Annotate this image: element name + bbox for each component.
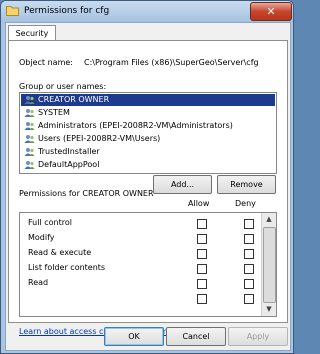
deny-list-folder-contents-checkbox[interactable] [244, 264, 254, 274]
user-group-icon [24, 161, 35, 169]
close-button[interactable]: ✕ [250, 2, 292, 21]
apply-button[interactable]: Apply [228, 327, 288, 346]
permission-name: Read [28, 278, 49, 287]
list-item-trustedinstaller[interactable]: TrustedInstaller [21, 146, 275, 158]
permission-row-full-control: Full control [20, 216, 260, 231]
user-group-icon [24, 148, 35, 156]
permission-name: Modify [28, 233, 55, 242]
list-item-label: SYSTEM [38, 108, 70, 117]
allow-read-checkbox[interactable] [197, 279, 207, 289]
title-bar[interactable]: Permissions for cfg ✕ [1, 1, 293, 22]
permission-row-read-execute: Read & execute [20, 246, 260, 261]
dialog-client: Security Object name: C:\Program Files (… [5, 22, 291, 351]
permissions-list: Full control Modify Read & execute List … [19, 212, 277, 317]
permission-row-read: Read [20, 276, 260, 291]
cancel-button[interactable]: Cancel [166, 327, 226, 346]
allow-read-execute-checkbox[interactable] [197, 249, 207, 259]
close-icon: ✕ [266, 5, 276, 18]
remove-button[interactable]: Remove [217, 175, 276, 194]
permissions-scrollbar[interactable]: ▲ ▼ [261, 213, 276, 316]
tab-security[interactable]: Security [8, 25, 56, 41]
permission-name: Full control [28, 218, 72, 227]
folder-icon [6, 6, 19, 16]
user-group-icon [24, 109, 35, 117]
group-names-label: Group or user names: [19, 82, 107, 91]
ok-button[interactable]: OK [104, 327, 164, 346]
scroll-down-icon[interactable]: ▼ [262, 303, 276, 316]
permission-row-list-folder-contents: List folder contents [20, 261, 260, 276]
list-item-label: CREATOR OWNER [38, 95, 110, 104]
list-item-label: Users (EPEI-2008R2-VM\Users) [38, 134, 161, 143]
window-title: Permissions for cfg [24, 6, 110, 16]
scroll-up-icon[interactable]: ▲ [262, 213, 276, 226]
allow-write-checkbox[interactable] [197, 294, 207, 304]
allow-list-folder-contents-checkbox[interactable] [197, 264, 207, 274]
scroll-thumb[interactable] [263, 227, 276, 303]
list-item-administrators[interactable]: Administrators (EPEI-2008R2-VM\Administr… [21, 120, 275, 132]
deny-full-control-checkbox[interactable] [244, 219, 254, 229]
list-item-system[interactable]: SYSTEM [21, 107, 275, 119]
list-item-label: TrustedInstaller [38, 147, 100, 156]
deny-read-checkbox[interactable] [244, 279, 254, 289]
permission-row-modify: Modify [20, 231, 260, 246]
deny-write-checkbox[interactable] [244, 294, 254, 304]
user-group-icon [24, 122, 35, 130]
list-item-creator-owner[interactable]: CREATOR OWNER [21, 94, 275, 106]
allow-full-control-checkbox[interactable] [197, 219, 207, 229]
user-group-icon [24, 96, 35, 104]
permissions-label: Permissions for CREATOR OWNER [19, 189, 154, 198]
list-item-label: Administrators (EPEI-2008R2-VM\Administr… [38, 121, 233, 130]
list-item-label: DefaultAppPool [38, 160, 100, 169]
object-name-value: C:\Program Files (x86)\SuperGeo\Server\c… [84, 58, 259, 67]
object-name-label: Object name: [19, 58, 73, 67]
list-item-defaultapppool[interactable]: DefaultAppPool [21, 159, 275, 171]
allow-modify-checkbox[interactable] [197, 234, 207, 244]
group-list[interactable]: CREATOR OWNER SYSTEM Administrators (EPE… [19, 92, 277, 174]
permission-name: List folder contents [28, 263, 106, 272]
user-group-icon [24, 135, 35, 143]
deny-read-execute-checkbox[interactable] [244, 249, 254, 259]
security-panel: Object name: C:\Program Files (x86)\Supe… [8, 40, 288, 336]
permission-row-write [20, 291, 260, 306]
deny-column-header: Deny [235, 199, 256, 208]
permission-name: Read & execute [28, 248, 92, 257]
deny-modify-checkbox[interactable] [244, 234, 254, 244]
allow-column-header: Allow [188, 199, 210, 208]
list-item-users[interactable]: Users (EPEI-2008R2-VM\Users) [21, 133, 275, 145]
permissions-dialog: Permissions for cfg ✕ Security Object na… [0, 0, 294, 354]
